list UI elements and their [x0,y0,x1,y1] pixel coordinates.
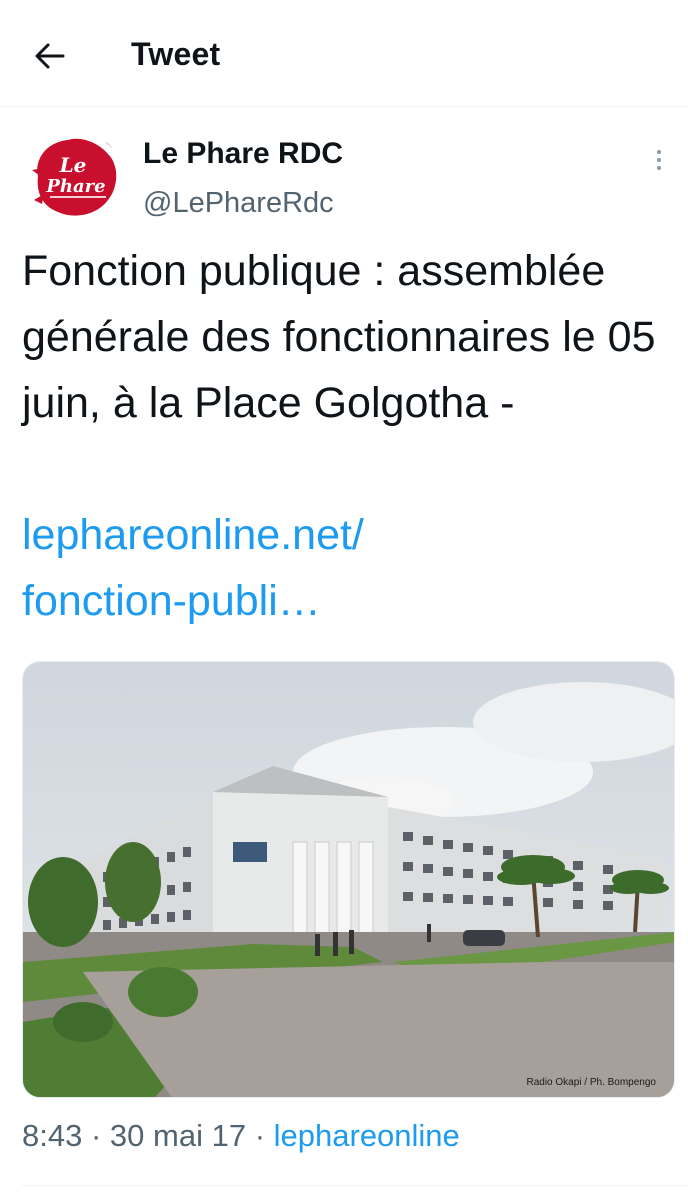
avatar[interactable]: Le Phare [28,130,122,224]
tweet-time: 8:43 [22,1118,83,1153]
more-options-button[interactable] [644,142,674,178]
tweet-image[interactable]: Radio Okapi / Ph. Bompengo [22,661,675,1098]
divider [22,1185,688,1186]
building-photo: Radio Okapi / Ph. Bompengo [23,662,674,1097]
author-name[interactable]: Le Phare RDC [143,137,343,171]
meta-separator: · [254,1118,266,1153]
more-dot-icon [657,158,661,162]
tweet-link-line-2[interactable]: fonction-publi… [22,568,662,634]
meta-separator: · [90,1118,102,1153]
le-phare-logo: Le Phare [28,130,122,224]
svg-text:Le: Le [59,153,87,177]
top-bar: Tweet [0,0,688,107]
back-button[interactable] [28,36,72,76]
tweet-meta: 8:43 · 30 mai 17 · lephareonline [22,1118,460,1154]
tweet-date: 30 mai 17 [109,1118,247,1153]
tweet-source-link[interactable]: lephareonline [274,1118,460,1153]
tweet-text: Fonction publique : assemblée générale d… [22,247,656,427]
page-title: Tweet [131,36,221,72]
svg-text:Phare: Phare [45,176,105,197]
arrow-left-icon [35,43,65,69]
photo-credit: Radio Okapi / Ph. Bompengo [526,1077,656,1088]
more-dot-icon [657,166,661,170]
tweet-link[interactable]: lephareonline.net/ fonction-publi… [22,502,662,634]
tweet-link-line-1[interactable]: lephareonline.net/ [22,502,662,568]
more-dot-icon [657,150,661,154]
author-handle[interactable]: @LePhareRdc [143,187,334,220]
